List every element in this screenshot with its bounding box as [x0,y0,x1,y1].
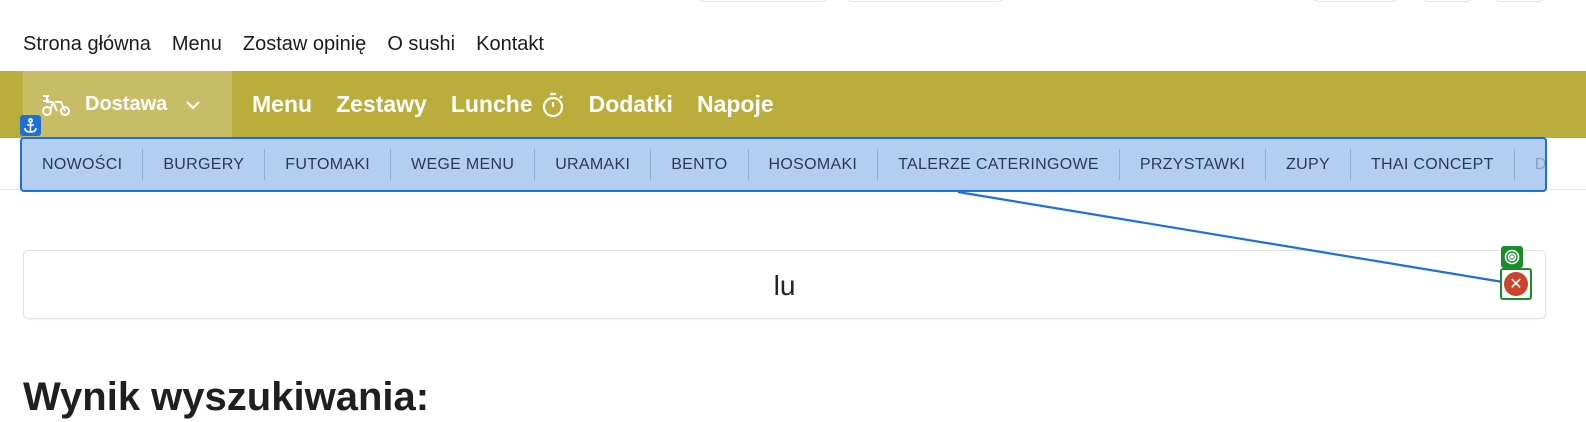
main-links: Menu Zestawy Lunche Dodatki Napoje [252,71,798,138]
top-pill[interactable] [1492,0,1546,2]
category-item[interactable]: HOSOMAKI [749,149,879,180]
top-nav-review[interactable]: Zostaw opinię [243,31,366,57]
category-item[interactable]: BENTO [651,149,749,180]
main-link-label: Dodatki [588,91,673,117]
category-item[interactable]: TALERZE CATERINGOWE [878,149,1120,180]
chevron-down-icon [186,100,201,110]
search-input[interactable]: lu [23,250,1546,319]
main-link-menu[interactable]: Menu [252,91,312,118]
main-link-sets[interactable]: Zestawy [336,91,427,118]
target-icon [1501,246,1523,268]
connector-line [957,190,1516,286]
main-link-label: Menu [252,91,313,117]
main-link-extras[interactable]: Dodatki [589,91,673,118]
top-nav-about-sushi[interactable]: O sushi [387,31,455,57]
top-nav-contact[interactable]: Kontakt [476,31,544,57]
main-link-label: Lunche [450,91,533,117]
delivery-label: Dostawa [85,93,168,115]
delivery-dropdown[interactable]: Dostawa [23,71,232,138]
top-pill[interactable] [697,0,829,2]
category-item[interactable]: BURGERY [143,149,266,180]
top-nav: Strona główna Menu Zostaw opinię O sushi… [23,31,565,57]
top-pill[interactable] [1420,0,1474,2]
clear-search-button[interactable]: ✕ [1500,268,1532,300]
category-item[interactable]: PRZYSTAWKI [1120,149,1267,180]
category-item[interactable]: THAI CONCEPT [1351,149,1515,180]
category-item[interactable]: FUTOMAKI [265,149,392,180]
scooter-icon [42,94,70,116]
anchor-icon [20,115,41,136]
top-pill[interactable] [1311,0,1399,2]
main-link-label: Zestawy [336,91,427,117]
category-item[interactable]: ZUPY [1266,149,1351,180]
main-link-lunch[interactable]: Lunche [451,91,565,118]
search-value: lu [773,270,796,301]
category-item[interactable]: NOWOŚCI [22,149,144,180]
category-item[interactable]: URAMAKI [535,149,652,180]
category-highlight: NOWOŚCI BURGERY FUTOMAKI WEGE MENU URAMA… [20,137,1547,192]
stopwatch-icon [542,92,563,117]
page: Strona główna Menu Zostaw opinię O sushi… [0,0,1586,422]
category-list: NOWOŚCI BURGERY FUTOMAKI WEGE MENU URAMA… [22,139,1545,190]
main-link-label: Napoje [696,91,774,117]
main-link-drinks[interactable]: Napoje [697,91,774,118]
results-title: Wynik wyszukiwania: [23,375,430,419]
main-bar: Dostawa Menu Zestawy Lunche Dodatki Napo… [0,71,1586,138]
close-icon: ✕ [1504,272,1528,296]
top-nav-home[interactable]: Strona główna [23,31,151,57]
top-nav-menu[interactable]: Menu [172,31,222,57]
category-item[interactable]: WEGE MENU [391,149,536,180]
category-item[interactable]: DES [1515,149,1545,180]
top-pill[interactable] [844,0,1006,2]
